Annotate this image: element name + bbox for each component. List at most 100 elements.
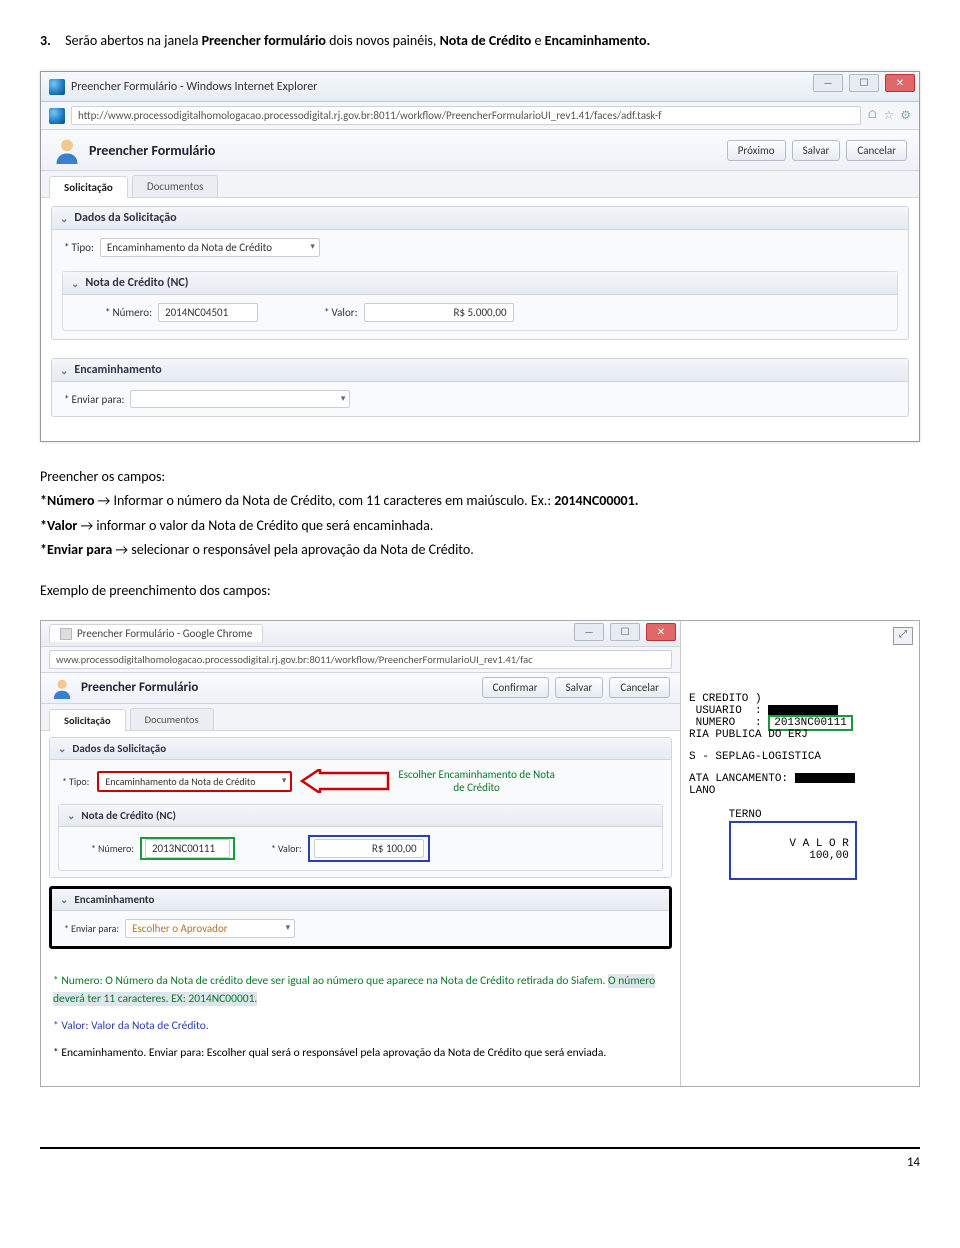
intro-text-3: e: [534, 32, 544, 49]
list-number: 3.: [40, 30, 62, 51]
numero-input[interactable]: 2014NC04501: [158, 303, 258, 322]
panel-title-enc: Encaminhamento: [74, 893, 154, 906]
tab-bar: Solicitação Documentos: [41, 171, 919, 198]
red-arrow-icon: [300, 769, 390, 793]
tipo-label: *Tipo:: [64, 241, 94, 254]
panel-head-enc[interactable]: ⌄ Encaminhamento: [52, 359, 908, 382]
home-icon[interactable]: ⌂: [867, 108, 878, 123]
tab-documentos[interactable]: Documentos: [132, 175, 219, 197]
chevron-down-icon: ⌄: [60, 364, 68, 377]
toolbar-icons: ⌂ ☆ ⚙: [867, 108, 911, 123]
intro-paragraph: 3. Serão abertos na janela Preencher for…: [40, 30, 920, 51]
salvar-button[interactable]: Salvar: [792, 140, 841, 161]
panel-body-nc: *Número: 2014NC04501 *Valor: R$ 5.000,00: [63, 295, 897, 330]
note-numero: * Numero: O Número da Nota de crédito de…: [53, 973, 668, 1008]
url-field[interactable]: http://www.processodigitalhomologacao.pr…: [71, 106, 861, 125]
panel-title-nc: Nota de Crédito (NC): [81, 809, 176, 822]
chrome-tab[interactable]: Preencher Formulário - Google Chrome: [49, 624, 263, 642]
salvar-button[interactable]: Salvar: [555, 677, 604, 698]
tab-solicitacao[interactable]: Solicitação: [49, 709, 126, 731]
chevron-down-icon: ⌄: [60, 212, 68, 225]
window-controls: — ☐ ✕: [574, 623, 676, 641]
window-title-bar: Preencher Formulário - Windows Internet …: [41, 72, 919, 102]
panel-body-dados: *Tipo: Encaminhamento da Nota de Crédito…: [50, 760, 671, 802]
numero-input[interactable]: 2013NC00111: [145, 839, 230, 858]
chevron-down-icon: ⌄: [60, 893, 68, 906]
enviar-para-dropdown[interactable]: [130, 390, 350, 408]
note-encaminhamento: * Encaminhamento. Enviar para: Escolher …: [53, 1045, 668, 1062]
panel-head-nc[interactable]: ⌄ Nota de Crédito (NC): [59, 805, 662, 827]
intro-bold-2: Nota de Crédito: [440, 32, 532, 49]
page-number: 14: [907, 1155, 920, 1170]
chrome-title-bar: Preencher Formulário - Google Chrome — ☐…: [41, 621, 680, 647]
header-buttons: Confirmar Salvar Cancelar: [482, 677, 670, 698]
chrome-window: Preencher Formulário - Google Chrome — ☐…: [41, 621, 681, 1086]
panel-head-dados[interactable]: ⌄ Dados da Solicitação: [52, 207, 908, 230]
tipo-dropdown[interactable]: Encaminhamento da Nota de Crédito: [97, 771, 292, 792]
header-buttons: Próximo Salvar Cancelar: [727, 140, 907, 161]
intro-text-2: dois novos painéis,: [329, 32, 439, 49]
proximo-button[interactable]: Próximo: [727, 140, 786, 161]
panel-head-nc[interactable]: ⌄ Nota de Crédito (NC): [63, 272, 897, 295]
siafem-line: NUMERO : 2013NC00111: [689, 717, 911, 729]
close-button[interactable]: ✕: [885, 74, 915, 92]
page-icon: [60, 628, 72, 640]
tools-icon[interactable]: ⚙: [900, 108, 911, 123]
panel-body-enc: *Enviar para: Escolher o Aprovador: [52, 911, 669, 946]
panel-encaminhamento: ⌄ Encaminhamento *Enviar para: Escolher …: [49, 886, 672, 949]
valor-label: *Valor:: [324, 306, 358, 319]
numero-highlight: 2013NC00111: [140, 837, 235, 860]
form-panels: ⌄ Dados da Solicitação *Tipo: Encaminham…: [41, 731, 680, 963]
enviar-para-label: *Enviar para:: [64, 393, 124, 406]
chrome-address-bar: www.processodigitalhomologacao.processod…: [41, 647, 680, 673]
panel-title-nc: Nota de Crédito (NC): [85, 276, 188, 290]
chevron-down-icon: ⌄: [67, 809, 75, 822]
window-title: Preencher Formulário - Windows Internet …: [71, 80, 317, 94]
tipo-dropdown[interactable]: Encaminhamento da Nota de Crédito: [100, 238, 320, 257]
cancelar-button[interactable]: Cancelar: [609, 677, 670, 698]
numero-label: *Número:: [91, 842, 134, 855]
valor-highlight: R$ 100,00: [308, 835, 430, 862]
maximize-icon[interactable]: ⤢: [893, 627, 913, 645]
minimize-button[interactable]: —: [574, 623, 604, 641]
chrome-url-field[interactable]: www.processodigitalhomologacao.processod…: [49, 650, 672, 669]
confirmar-button[interactable]: Confirmar: [482, 677, 549, 698]
instructions-enviar: *Enviar para → selecionar o responsável …: [40, 539, 920, 561]
valor-input[interactable]: R$ 100,00: [314, 839, 424, 858]
enviar-para-dropdown[interactable]: Escolher o Aprovador: [125, 919, 295, 938]
tab-solicitacao[interactable]: Solicitação: [49, 176, 128, 198]
panel-encaminhamento: ⌄ Encaminhamento *Enviar para:: [51, 358, 909, 417]
panel-head-enc[interactable]: ⌄ Encaminhamento: [52, 889, 669, 911]
siafem-line: RIA PUBLICA DO ERJ: [689, 729, 911, 741]
redacted-value: [768, 705, 838, 715]
panel-dados-solicitacao: ⌄ Dados da Solicitação *Tipo: Encaminham…: [49, 737, 672, 878]
example-heading: Exemplo de preenchimento dos campos:: [40, 580, 920, 602]
close-button[interactable]: ✕: [646, 623, 676, 641]
instructions-numero: *Número → Informar o número da Nota de C…: [40, 490, 920, 512]
numero-label: *Número:: [105, 306, 152, 319]
siafem-line: S - SEPLAG-LOGISTICA: [689, 751, 911, 763]
screenshot-example: Preencher Formulário - Google Chrome — ☐…: [40, 620, 920, 1087]
panel-title-dados: Dados da Solicitação: [72, 742, 166, 755]
app-header: Preencher Formulário Próximo Salvar Canc…: [41, 130, 919, 171]
minimize-button[interactable]: —: [813, 74, 843, 92]
page-footer: 14: [40, 1147, 920, 1170]
user-icon: [53, 136, 81, 164]
ie-favicon-icon: [49, 79, 65, 95]
tab-documentos[interactable]: Documentos: [130, 708, 214, 730]
app-header: Preencher Formulário Confirmar Salvar Ca…: [41, 673, 680, 704]
valor-input[interactable]: R$ 5.000,00: [364, 303, 514, 322]
escolher-note: Escolher Encaminhamento de Nota de Crédi…: [398, 768, 555, 794]
maximize-button[interactable]: ☐: [849, 74, 879, 92]
panel-nota-credito: ⌄ Nota de Crédito (NC) *Número: 2014NC04…: [62, 271, 898, 331]
panel-head-dados[interactable]: ⌄ Dados da Solicitação: [50, 738, 671, 760]
instructions-valor: *Valor → informar o valor da Nota de Cré…: [40, 515, 920, 537]
cancelar-button[interactable]: Cancelar: [846, 140, 907, 161]
panel-body-dados: *Tipo: Encaminhamento da Nota de Crédito: [52, 230, 908, 265]
app-title: Preencher Formulário: [89, 142, 215, 159]
siafem-line: E CREDITO ): [689, 693, 911, 705]
panel-body-enc: *Enviar para:: [52, 382, 908, 416]
maximize-button[interactable]: ☐: [610, 623, 640, 641]
favorites-icon[interactable]: ☆: [883, 108, 894, 123]
tab-bar: Solicitação Documentos: [41, 704, 680, 731]
